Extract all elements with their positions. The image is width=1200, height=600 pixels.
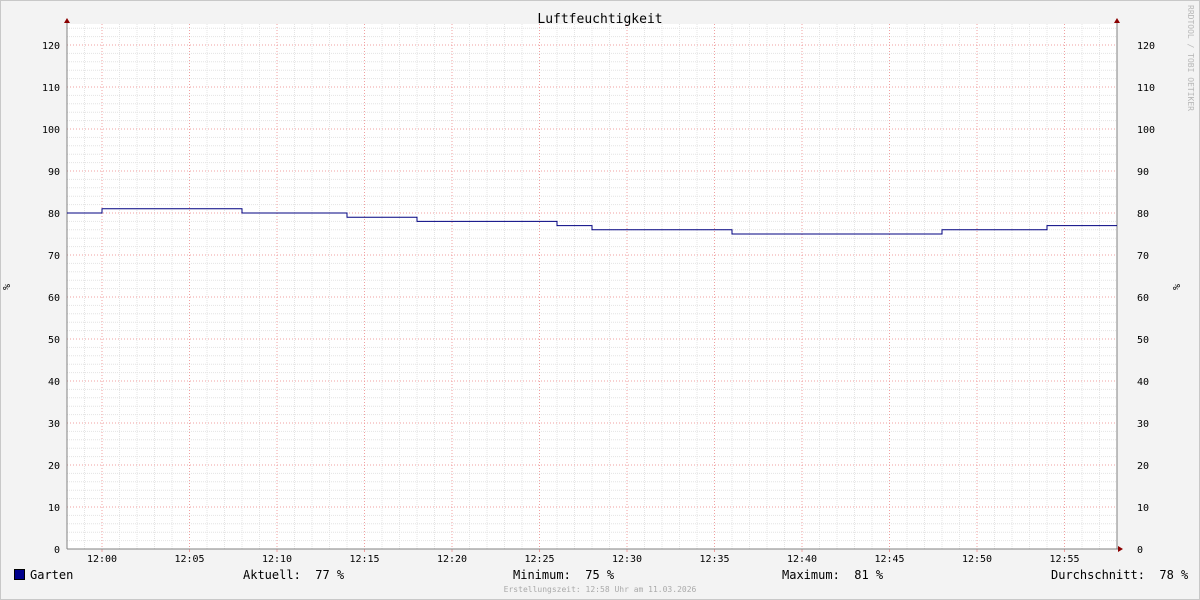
y-tick-label-right: 50 xyxy=(1137,335,1149,346)
legend-current: Aktuell: 77 % xyxy=(243,568,344,582)
legend-max-label: Maximum: xyxy=(782,568,840,582)
y-tick-label-left: 120 xyxy=(42,41,60,52)
y-axis-label-right: % xyxy=(1172,284,1183,290)
x-tick-label: 12:50 xyxy=(962,554,992,565)
y-tick-label-left: 30 xyxy=(48,419,60,430)
y-tick-label-left: 20 xyxy=(48,461,60,472)
legend-minimum: Minimum: 75 % xyxy=(513,568,614,582)
x-tick-label: 12:45 xyxy=(874,554,904,565)
y-tick-label-right: 40 xyxy=(1137,377,1149,388)
legend-min-value: 75 % xyxy=(585,568,615,582)
y-tick-label-left: 90 xyxy=(48,167,60,178)
legend-swatch-garten xyxy=(14,569,25,580)
y-tick-label-left: 40 xyxy=(48,377,60,388)
x-tick-label: 12:35 xyxy=(699,554,729,565)
legend-average: Durchschnitt: 78 % xyxy=(1051,568,1188,582)
y-tick-label-right: 10 xyxy=(1137,503,1149,514)
y-tick-label-right: 100 xyxy=(1137,125,1155,136)
y-tick-label-right: 20 xyxy=(1137,461,1149,472)
x-tick-label: 12:55 xyxy=(1049,554,1079,565)
y-tick-label-right: 60 xyxy=(1137,293,1149,304)
x-tick-label: 12:00 xyxy=(87,554,117,565)
y-tick-label-right: 110 xyxy=(1137,83,1155,94)
y-tick-label-right: 120 xyxy=(1137,41,1155,52)
y-tick-label-left: 0 xyxy=(54,545,60,556)
x-tick-label: 12:25 xyxy=(524,554,554,565)
y-axis-right-arrow xyxy=(1114,18,1120,23)
y-tick-label-right: 30 xyxy=(1137,419,1149,430)
y-tick-label-left: 70 xyxy=(48,251,60,262)
y-tick-label-right: 90 xyxy=(1137,167,1149,178)
y-tick-label-left: 60 xyxy=(48,293,60,304)
y-axis-label-left: % xyxy=(2,284,13,290)
chart-title: Luftfeuchtigkeit xyxy=(537,12,662,27)
x-axis-arrow xyxy=(1118,546,1123,552)
legend-current-value: 77 % xyxy=(315,568,345,582)
legend-avg-value: 78 % xyxy=(1159,568,1189,582)
humidity-chart: 12:00 12:05 12:10 12:15 12:20 12:25 12:30 12:35… xyxy=(2,5,1195,565)
y-tick-label-right: 80 xyxy=(1137,209,1149,220)
legend-min-label: Minimum: xyxy=(513,568,571,582)
y-axis-left-arrow xyxy=(64,18,70,23)
x-tick-label: 12:15 xyxy=(349,554,379,565)
x-tick-label: 12:30 xyxy=(612,554,642,565)
legend-series-name: Garten xyxy=(30,568,74,582)
legend-maximum: Maximum: 81 % xyxy=(782,568,883,582)
y-tick-label-left: 110 xyxy=(42,83,60,94)
x-tick-label: 12:20 xyxy=(437,554,467,565)
x-tick-label: 12:05 xyxy=(174,554,204,565)
x-tick-label: 12:10 xyxy=(262,554,292,565)
y-tick-label-left: 80 xyxy=(48,209,60,220)
creation-time-footer: Erstellungszeit: 12:58 Uhr am 11.03.2026 xyxy=(503,585,697,594)
legend-max-value: 81 % xyxy=(854,568,884,582)
x-tick-label: 12:40 xyxy=(787,554,817,565)
y-tick-label-right: 0 xyxy=(1137,545,1143,556)
legend-current-label: Aktuell: xyxy=(243,568,301,582)
y-tick-label-left: 100 xyxy=(42,125,60,136)
y-tick-label-left: 50 xyxy=(48,335,60,346)
rrdtool-watermark: RRDTOOL / TOBI OETIKER xyxy=(1186,5,1195,111)
y-tick-label-left: 10 xyxy=(48,503,60,514)
y-tick-label-right: 70 xyxy=(1137,251,1149,262)
legend-avg-label: Durchschnitt: xyxy=(1051,568,1145,582)
